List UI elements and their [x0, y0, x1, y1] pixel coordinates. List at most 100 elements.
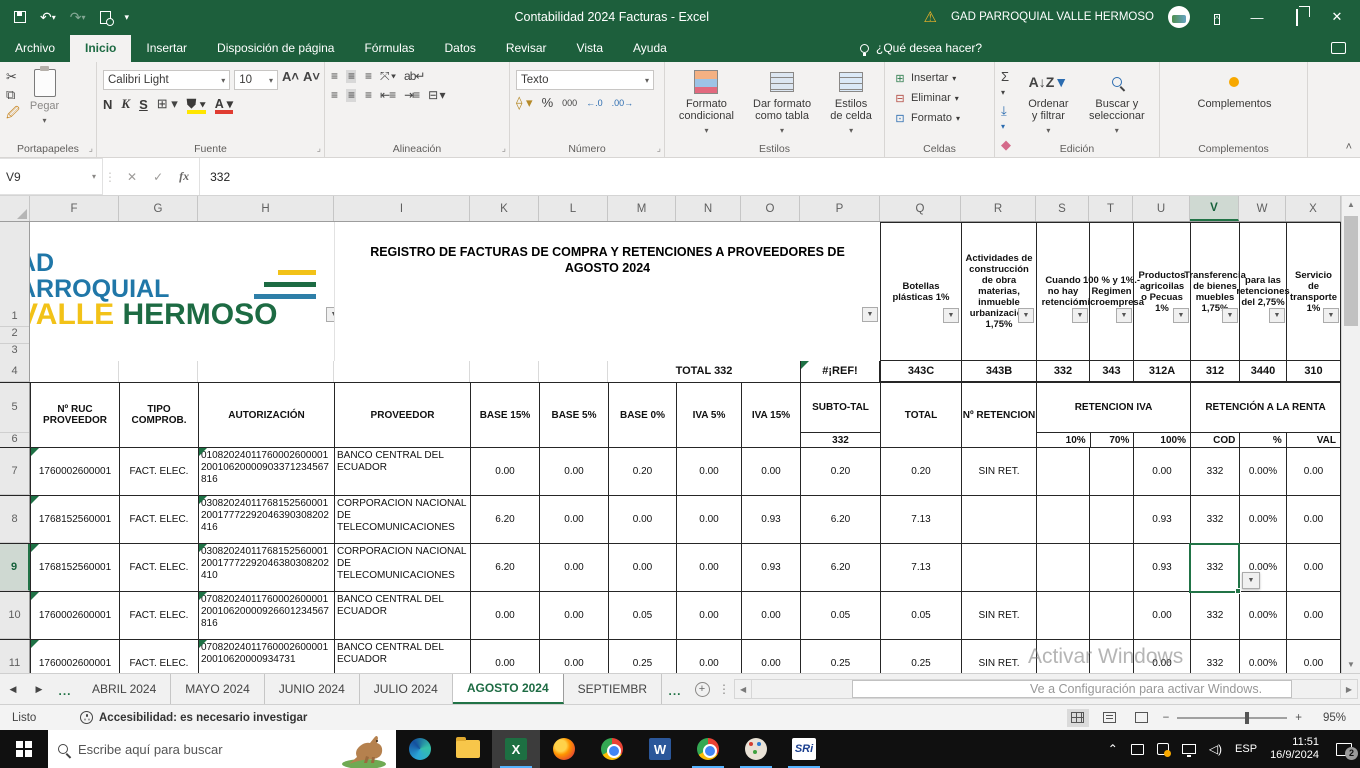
row-header-1[interactable]: 1	[0, 310, 29, 322]
cell-ret-10[interactable]	[1036, 448, 1089, 495]
cell-l4[interactable]	[539, 361, 608, 382]
column-header-h[interactable]: H	[198, 196, 334, 221]
cell-total[interactable]: 0.05	[880, 592, 961, 639]
column-header-u[interactable]: U	[1133, 196, 1190, 221]
cell-ret-70[interactable]	[1089, 592, 1133, 639]
orientation-icon[interactable]: ⤧ ▾	[380, 70, 395, 83]
sheet-tab[interactable]: AGOSTO 2024	[453, 674, 564, 704]
cell-base-15[interactable]: 6.20	[470, 544, 539, 591]
cell-validation-dropdown-icon[interactable]: ▼	[1242, 572, 1260, 589]
header-base-15[interactable]: BASE 15%	[470, 383, 539, 447]
cell-u1[interactable]: Productos agricoilas o Pecuas 1%▼	[1133, 222, 1190, 361]
cell-cod[interactable]: 332	[1190, 640, 1239, 673]
underline-icon[interactable]: S	[139, 97, 148, 112]
cell-renta-val[interactable]: 0.00	[1286, 544, 1341, 591]
logo-image[interactable]: AD ARROQUIAL VALLE HERMOSO ▼	[30, 222, 334, 361]
insert-function-icon[interactable]: fx	[179, 169, 189, 184]
cell-ret-70[interactable]	[1089, 640, 1133, 673]
subheader-pct[interactable]: %	[1239, 433, 1285, 447]
cell-ret-100[interactable]: 0.93	[1133, 496, 1190, 543]
cell-g4[interactable]	[119, 361, 198, 382]
cell-ret-10[interactable]	[1036, 496, 1089, 543]
account-avatar[interactable]	[1168, 6, 1190, 28]
name-box[interactable]: V9 ▾	[0, 158, 103, 195]
sheet-tab[interactable]: ABRIL 2024	[78, 674, 171, 704]
cell-ret-100[interactable]: 0.00	[1133, 592, 1190, 639]
minimize-icon[interactable]: —	[1244, 10, 1270, 25]
cell-w1[interactable]: para las retenciones del 2,75%▼	[1239, 222, 1286, 361]
cell-autorizacion[interactable]: 0308202401176815256000120017772292046380…	[198, 544, 334, 591]
ribbon-tab[interactable]: Ayuda	[618, 35, 682, 62]
comma-style-icon[interactable]: 000	[562, 96, 577, 110]
cell-ruc-proveedor[interactable]: 1760002600001	[30, 640, 119, 673]
header-base-5[interactable]: BASE 5%	[539, 383, 608, 447]
cell-ret-100[interactable]: 0.00	[1133, 448, 1190, 495]
ribbon-display-options-icon[interactable]: ^	[1204, 10, 1230, 25]
fill-color-icon[interactable]: ⛊ ▾	[187, 98, 206, 111]
cell-iva-5[interactable]: 0.00	[676, 496, 741, 543]
collapse-ribbon-icon[interactable]: ˄	[1346, 141, 1352, 153]
ribbon-tab[interactable]: Archivo	[0, 35, 70, 62]
enter-formula-icon[interactable]: ✓	[153, 170, 163, 184]
column-header-t[interactable]: T	[1089, 196, 1133, 221]
copy-icon[interactable]: ⧉	[6, 88, 20, 102]
scroll-right-icon[interactable]: ▶	[1340, 680, 1357, 698]
decrease-font-icon[interactable]: A˅	[303, 70, 320, 90]
cell-autorizacion[interactable]: 0108202401176000260000120010620000903371…	[198, 448, 334, 495]
redo-icon[interactable]: ↷▾	[70, 9, 86, 26]
cell-proveedor[interactable]: BANCO CENTRAL DEL ECUADOR	[334, 640, 470, 673]
cell-autorizacion[interactable]: 0708202401176000260000120010620000926601…	[198, 592, 334, 639]
fill-handle[interactable]	[1235, 588, 1241, 594]
cell-cod[interactable]: 332	[1190, 592, 1239, 639]
close-icon[interactable]: ✕	[1324, 9, 1350, 25]
align-right-icon[interactable]: ≡	[365, 89, 371, 102]
row-header[interactable]: 9	[0, 544, 30, 591]
cell-base-5[interactable]: 0.00	[539, 496, 608, 543]
taskbar-word-icon[interactable]: W	[636, 730, 684, 768]
cell-r1[interactable]: Actividades de construcción de obra mate…	[961, 222, 1036, 361]
cell-iva-15[interactable]: 0.00	[741, 640, 800, 673]
subheader-cod[interactable]: COD	[1191, 433, 1239, 447]
paste-button[interactable]: Pegar ▾	[24, 66, 65, 130]
cell-ret-70[interactable]	[1089, 496, 1133, 543]
cell-base-5[interactable]: 0.00	[539, 448, 608, 495]
cell-tipo-comprob[interactable]: FACT. ELEC.	[119, 640, 198, 673]
column-header-k[interactable]: K	[470, 196, 539, 221]
wrap-text-icon[interactable]: ab↵	[404, 70, 424, 83]
tab-scroll-left-icon[interactable]: ◀	[0, 674, 26, 704]
column-header-x[interactable]: X	[1286, 196, 1341, 221]
cell-total[interactable]: 7.13	[880, 544, 961, 591]
taskbar-search[interactable]: Escribe aquí para buscar	[48, 730, 396, 768]
cell-cod[interactable]: 332	[1190, 448, 1239, 495]
header-subtotal[interactable]: SUBTO-TAL	[801, 383, 880, 433]
cell-renta-val[interactable]: 0.00	[1286, 592, 1341, 639]
cell-base-0[interactable]: 0.00	[608, 496, 676, 543]
cell-base-0[interactable]: 0.05	[608, 592, 676, 639]
cell-iva-5[interactable]: 0.00	[676, 544, 741, 591]
cell-base-5[interactable]: 0.00	[539, 640, 608, 673]
tab-scroll-right-icon[interactable]: ▶	[26, 674, 52, 704]
ribbon-tab[interactable]: Fórmulas	[349, 35, 429, 62]
cell-r4[interactable]: 343B	[961, 361, 1036, 382]
cell-v4[interactable]: 312	[1190, 361, 1239, 382]
cell-iva-5[interactable]: 0.00	[676, 448, 741, 495]
notification-center-icon[interactable]: 2	[1336, 743, 1352, 756]
cell-cod[interactable]: 332	[1190, 544, 1239, 591]
cell-k4[interactable]	[470, 361, 539, 382]
align-bottom-icon[interactable]: ≡	[365, 70, 371, 83]
cell-w4[interactable]: 3440	[1239, 361, 1286, 382]
row-header[interactable]: 8	[0, 496, 30, 543]
subheader-10pct[interactable]: 10%	[1037, 433, 1090, 447]
cell-ret-100[interactable]: 0.93	[1133, 544, 1190, 591]
taskbar-file-explorer-icon[interactable]	[444, 730, 492, 768]
taskbar-edge-icon[interactable]	[396, 730, 444, 768]
cell-base-0[interactable]: 0.25	[608, 640, 676, 673]
percent-style-icon[interactable]: %	[542, 96, 554, 110]
w1-filter-dropdown-icon[interactable]: ▼	[1269, 308, 1285, 323]
cell-autorizacion[interactable]: 0708202401176000260000120010620000934731	[198, 640, 334, 673]
zoom-in-icon[interactable]: +	[1295, 712, 1302, 724]
column-header-q[interactable]: Q	[880, 196, 961, 221]
cell-iva-5[interactable]: 0.00	[676, 592, 741, 639]
title-filter-dropdown-icon[interactable]: ▼	[862, 307, 878, 322]
column-header-w[interactable]: W	[1239, 196, 1286, 221]
